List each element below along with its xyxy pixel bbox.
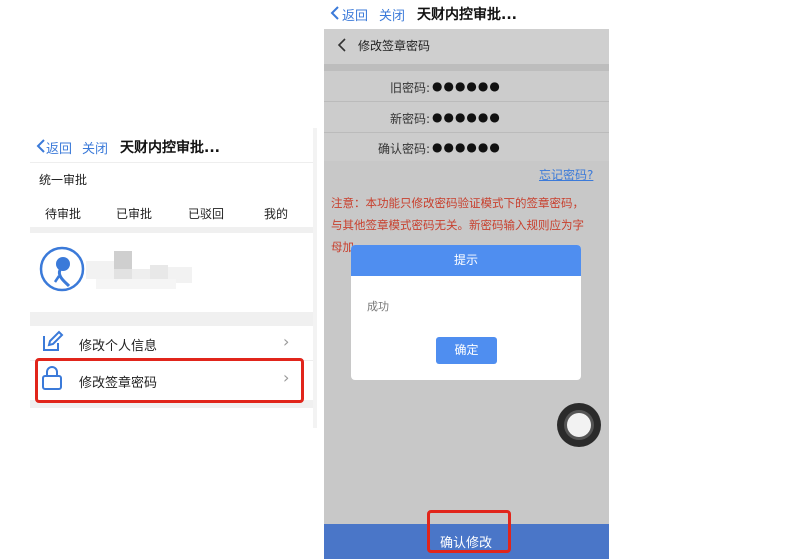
close-button[interactable]: 关闭 [82,138,108,157]
menu-item-label: 修改个人信息 [79,339,158,354]
tab-approved[interactable]: 已审批 [116,205,152,222]
menu-item-edit-profile[interactable]: 修改个人信息 › [30,326,313,360]
back-button[interactable]: 返回 [46,138,72,157]
dialog-title: 提示 [351,245,581,276]
old-password-label: 旧密码: [389,81,430,95]
forgot-password-link[interactable]: 忘记密码? [539,166,593,183]
confirm-password-row: 确认密码: ●●●●●● [324,133,609,161]
chevron-right-icon: › [283,332,290,351]
header-divider [324,64,609,71]
dialog-message: 成功 [367,300,389,313]
highlight-box [35,358,304,403]
new-password-input[interactable]: ●●●●●● [432,110,501,124]
notice-line: 注意：本功能只修改密码验证模式下的签章密码， [331,196,584,210]
new-password-label: 新密码: [389,112,430,126]
back-arrow-icon[interactable] [336,37,350,53]
notice-line: 与其他签章模式密码无关。新密码输入规则应为字 [331,218,584,232]
confirm-password-input[interactable]: ●●●●●● [432,140,501,154]
avatar[interactable] [39,246,85,292]
old-password-row: 旧密码: ●●●●●● [324,71,609,101]
panel-divider [313,128,317,428]
assistive-touch-button[interactable] [556,402,602,448]
confirm-password-label: 确认密码: [377,142,430,156]
new-password-row: 新密码: ●●●●●● [324,102,609,132]
old-password-input[interactable]: ●●●●●● [432,79,501,93]
close-button[interactable]: 关闭 [379,5,405,24]
tab-pending[interactable]: 待审批 [45,205,81,222]
page-header: 修改签章密码 [324,29,609,64]
tab-rejected[interactable]: 已驳回 [188,205,224,222]
highlight-box [427,510,511,553]
page-title: 修改签章密码 [358,39,431,53]
nav-divider [30,162,313,163]
blurred-username [86,251,206,297]
profile-divider [30,312,313,326]
nav-bar: 返回 关闭 天财内控审批... [324,0,609,29]
app-title: 天财内控审批... [417,7,517,23]
section-title: 统一审批 [39,173,88,187]
tabs-divider [30,227,313,233]
dialog-ok-button[interactable]: 确定 [436,337,497,364]
app-title: 天财内控审批... [120,140,220,156]
alert-dialog: 提示 成功 确定 [351,245,581,380]
tab-mine[interactable]: 我的 [264,205,288,222]
back-button[interactable]: 返回 [342,5,368,24]
edit-icon [40,330,64,354]
